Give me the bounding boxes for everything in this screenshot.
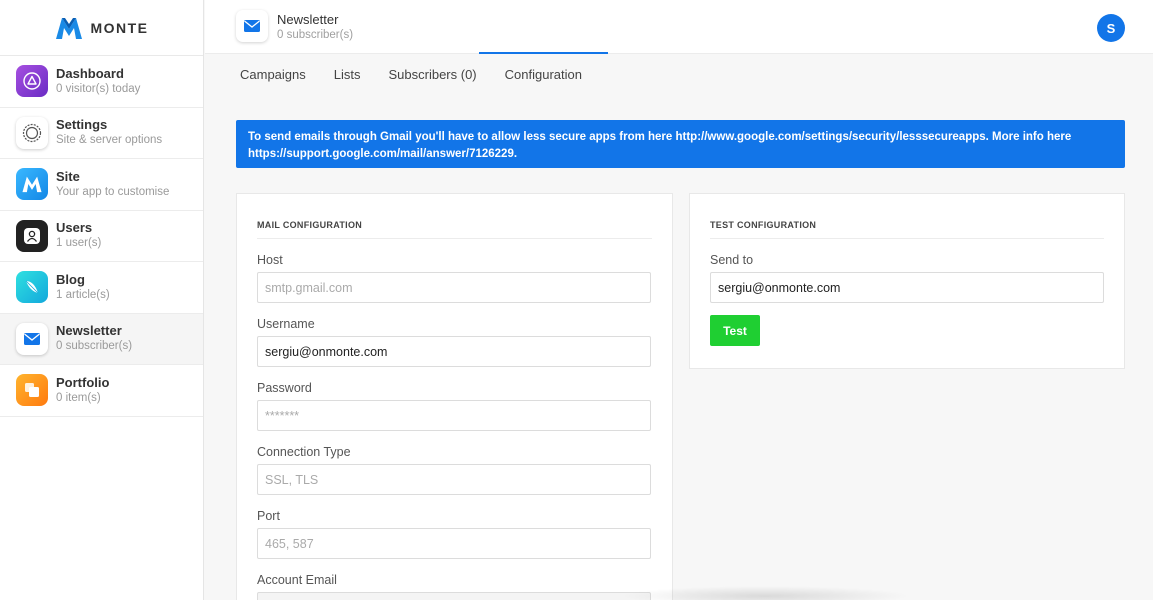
- envelope-icon: [244, 20, 260, 32]
- sidebar: MONTE Dashboard 0 visitor(s) today Setti…: [0, 0, 204, 600]
- sidebar-item-title: Portfolio: [56, 374, 110, 390]
- connection-type-input[interactable]: [257, 464, 651, 495]
- sidebar-item-subtitle: 1 user(s): [56, 237, 102, 250]
- sidebar-item-site[interactable]: Site Your app to customise: [0, 159, 203, 211]
- tab-configuration[interactable]: Configuration: [478, 52, 609, 94]
- settings-app-icon: [16, 116, 48, 149]
- sidebar-item-settings[interactable]: Settings Site & server options: [0, 108, 203, 159]
- tab-lists[interactable]: Lists: [320, 54, 375, 94]
- connection-type-label: Connection Type: [257, 445, 351, 459]
- host-label: Host: [257, 253, 283, 267]
- sidebar-item-blog[interactable]: Blog 1 article(s): [0, 262, 203, 314]
- send-to-input[interactable]: [710, 272, 1104, 303]
- tab-campaigns[interactable]: Campaigns: [240, 54, 320, 94]
- tab-bar: Campaigns Lists Subscribers (0) Configur…: [240, 52, 609, 94]
- blog-app-icon: [16, 271, 48, 304]
- dashboard-app-icon: [16, 65, 48, 98]
- sidebar-item-title: Users: [56, 220, 93, 236]
- sidebar-item-title: Settings: [56, 117, 108, 133]
- gmail-info-alert: To send emails through Gmail you'll have…: [236, 120, 1125, 168]
- sidebar-item-subtitle: 0 subscriber(s): [56, 340, 133, 353]
- test-configuration-card: TEST CONFIGURATION Send to Test: [689, 193, 1125, 369]
- page-title: Newsletter: [277, 12, 339, 27]
- tab-subscribers[interactable]: Subscribers (0): [375, 54, 491, 94]
- page-header: Newsletter 0 subscriber(s) S: [205, 0, 1153, 54]
- site-app-icon: [16, 168, 48, 201]
- card-heading: MAIL CONFIGURATION: [257, 194, 652, 239]
- password-label: Password: [257, 381, 312, 395]
- sidebar-item-title: Site: [56, 168, 80, 184]
- brand[interactable]: MONTE: [0, 0, 203, 56]
- gear-icon: [22, 123, 42, 142]
- account-email-input[interactable]: [257, 592, 651, 600]
- users-app-icon: [16, 219, 48, 252]
- sidebar-item-newsletter[interactable]: Newsletter 0 subscriber(s): [0, 313, 203, 365]
- sidebar-item-title: Blog: [56, 271, 85, 287]
- sidebar-item-title: Dashboard: [56, 65, 124, 81]
- test-button[interactable]: Test: [710, 315, 760, 346]
- newsletter-app-icon: [16, 322, 48, 355]
- monte-logo-icon: [22, 176, 42, 193]
- squares-icon: [25, 383, 39, 398]
- user-icon: [24, 227, 40, 244]
- sidebar-item-subtitle: 0 item(s): [56, 391, 101, 404]
- triangle-icon: [23, 72, 41, 90]
- card-heading: TEST CONFIGURATION: [710, 194, 1104, 239]
- username-input[interactable]: [257, 336, 651, 367]
- sidebar-item-users[interactable]: Users 1 user(s): [0, 211, 203, 262]
- mail-configuration-card: MAIL CONFIGURATION Host Username Passwor…: [236, 193, 673, 600]
- sidebar-item-subtitle: Your app to customise: [56, 185, 170, 198]
- portfolio-app-icon: [16, 374, 48, 407]
- monte-logo-icon: [56, 17, 83, 39]
- sidebar-item-dashboard[interactable]: Dashboard 0 visitor(s) today: [0, 56, 203, 108]
- brand-name: MONTE: [90, 19, 149, 36]
- password-input[interactable]: [257, 400, 651, 431]
- envelope-icon: [24, 332, 40, 345]
- port-input[interactable]: [257, 528, 651, 559]
- host-input[interactable]: [257, 272, 651, 303]
- page-subtitle: 0 subscriber(s): [277, 29, 354, 41]
- feather-icon: [25, 280, 39, 294]
- sidebar-item-subtitle: 1 article(s): [56, 288, 110, 301]
- sidebar-item-subtitle: Site & server options: [56, 134, 163, 147]
- user-avatar[interactable]: S: [1097, 14, 1125, 42]
- sidebar-item-portfolio[interactable]: Portfolio 0 item(s): [0, 365, 203, 417]
- account-email-label: Account Email: [257, 573, 337, 587]
- send-to-label: Send to: [710, 253, 754, 267]
- username-label: Username: [257, 317, 315, 331]
- sidebar-item-subtitle: 0 visitor(s) today: [56, 82, 141, 95]
- sidebar-item-title: Newsletter: [56, 323, 122, 339]
- port-label: Port: [257, 509, 280, 523]
- header-app-icon: [236, 10, 268, 42]
